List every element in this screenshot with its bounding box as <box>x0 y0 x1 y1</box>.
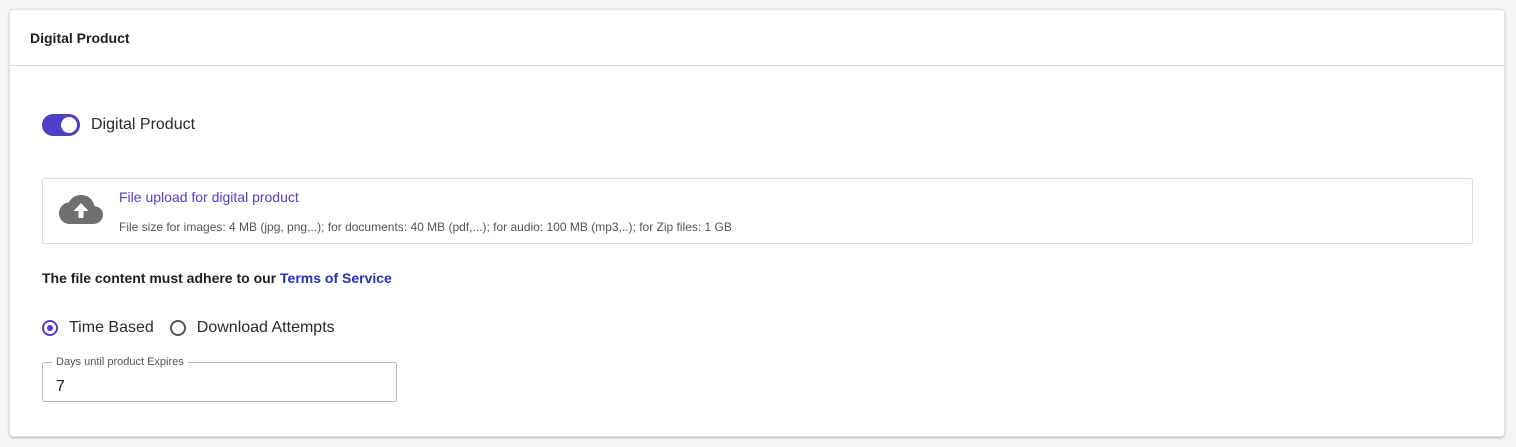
radio-label-time-based: Time Based <box>69 319 154 336</box>
toggle-knob <box>61 117 77 133</box>
digital-product-toggle-label: Digital Product <box>91 116 196 133</box>
radio-label-download-attempts: Download Attempts <box>196 319 335 336</box>
days-until-expires-field: Days until product Expires <box>42 355 397 402</box>
days-until-expires-label: Days until product Expires <box>52 355 188 369</box>
radio-time-based[interactable]: Time Based <box>42 319 154 337</box>
upload-title: File upload for digital product <box>119 189 299 205</box>
digital-product-toggle[interactable] <box>42 114 80 136</box>
card-title: Digital Product <box>30 29 130 46</box>
digital-product-toggle-row: Digital Product <box>42 114 195 136</box>
digital-product-card: Digital Product Digital Product File upl… <box>9 9 1505 437</box>
radio-download-attempts[interactable]: Download Attempts <box>169 319 335 337</box>
file-upload-dropzone[interactable]: File upload for digital product File siz… <box>42 178 1473 244</box>
terms-of-service-link[interactable]: Terms of Service <box>280 270 392 286</box>
upload-size-hint: File size for images: 4 MB (jpg, png,..)… <box>119 220 732 234</box>
radio-button-checked[interactable] <box>42 320 58 336</box>
terms-prefix: The file content must adhere to our <box>42 270 277 286</box>
expiry-mode-radio-group: Time Based Download Attempts <box>42 319 351 337</box>
terms-notice: The file content must adhere to our Term… <box>42 270 392 286</box>
card-header: Digital Product <box>10 10 1504 66</box>
radio-button-unchecked[interactable] <box>169 320 186 336</box>
cloud-upload-icon <box>59 195 103 224</box>
